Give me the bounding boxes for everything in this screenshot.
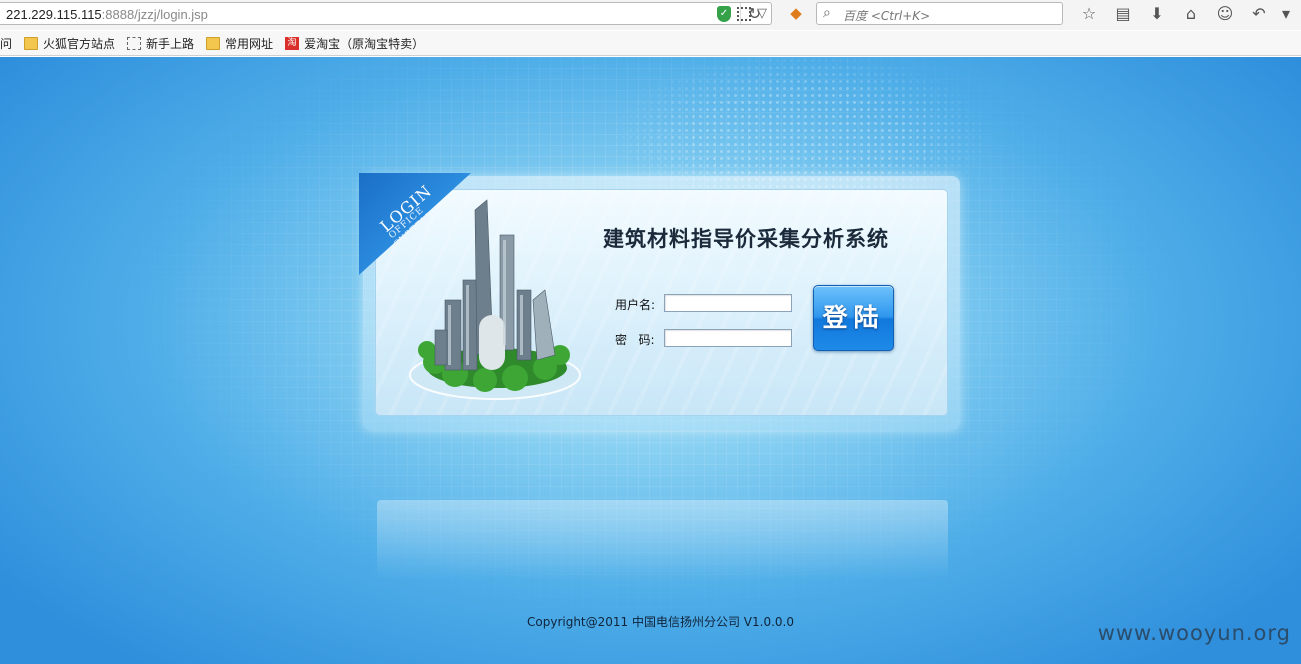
search-icon: ⌕ <box>823 5 831 21</box>
bookmark-label: 问 <box>0 36 13 51</box>
folder-icon <box>206 36 221 50</box>
panel-reflection <box>377 500 948 580</box>
taobao-icon: 淘 <box>285 36 300 50</box>
reading-list-icon[interactable]: ▤ <box>1106 3 1140 25</box>
bookmark-item[interactable]: 常用网址 <box>200 35 273 52</box>
bookmark-item[interactable]: 新手上路 <box>121 35 194 52</box>
bookmark-label: 常用网址 <box>225 36 274 51</box>
menu-dropdown-icon[interactable]: ▾ <box>1276 3 1296 25</box>
address-bar[interactable]: 221.229.115.115:8888/jzzj/login.jsp ✓ ▽ <box>0 2 772 25</box>
bookmark-label: 火狐官方站点 <box>43 36 116 51</box>
folder-icon <box>24 36 39 50</box>
watermark-text: www.wooyun.org <box>1097 621 1291 645</box>
username-label: 用户名: <box>615 298 656 312</box>
back-icon[interactable]: ↶ <box>1242 3 1276 25</box>
bookmarks-bar: 问 火狐官方站点 新手上路 常用网址 淘 爱淘宝（原淘宝特卖） <box>0 31 1301 56</box>
bookmark-item[interactable]: 火狐官方站点 <box>18 35 115 52</box>
url-text[interactable]: 221.229.115.115:8888/jzzj/login.jsp <box>6 7 208 22</box>
home-icon[interactable]: ⌂ <box>1174 3 1208 25</box>
download-icon[interactable]: ⬇ <box>1140 3 1174 25</box>
city-buildings-illustration <box>409 199 581 400</box>
browser-toolbar: 221.229.115.115:8888/jzzj/login.jsp ✓ ▽ … <box>0 0 1301 30</box>
bookmark-label: 爱淘宝（原淘宝特卖） <box>304 36 425 51</box>
shield-check-icon[interactable]: ✓ <box>717 6 731 22</box>
search-placeholder: 百度 <Ctrl+K> <box>843 9 931 23</box>
chat-icon[interactable]: ☺ <box>1208 3 1242 25</box>
url-host: 221.229.115.115 <box>6 7 102 22</box>
login-button[interactable]: 登陆 <box>813 285 894 351</box>
password-input[interactable] <box>664 329 792 347</box>
system-title: 建筑材料指导价采集分析系统 <box>603 226 889 251</box>
url-path: :8888/jzzj/login.jsp <box>101 7 208 22</box>
username-input[interactable] <box>664 294 792 312</box>
reload-icon[interactable]: ↻ <box>740 3 768 24</box>
dashed-page-icon <box>127 36 142 50</box>
bookmark-item[interactable]: 问 <box>0 35 12 52</box>
bookmark-item[interactable]: 淘 爱淘宝（原淘宝特卖） <box>279 35 424 52</box>
bookmark-star-icon[interactable]: ☆ <box>1072 3 1106 25</box>
password-label: 密 码: <box>615 333 655 347</box>
search-box[interactable]: ⌕ 百度 <Ctrl+K> <box>816 2 1063 25</box>
bookmark-label: 新手上路 <box>146 36 195 51</box>
fox-addon-icon[interactable]: ◆ <box>786 4 806 22</box>
